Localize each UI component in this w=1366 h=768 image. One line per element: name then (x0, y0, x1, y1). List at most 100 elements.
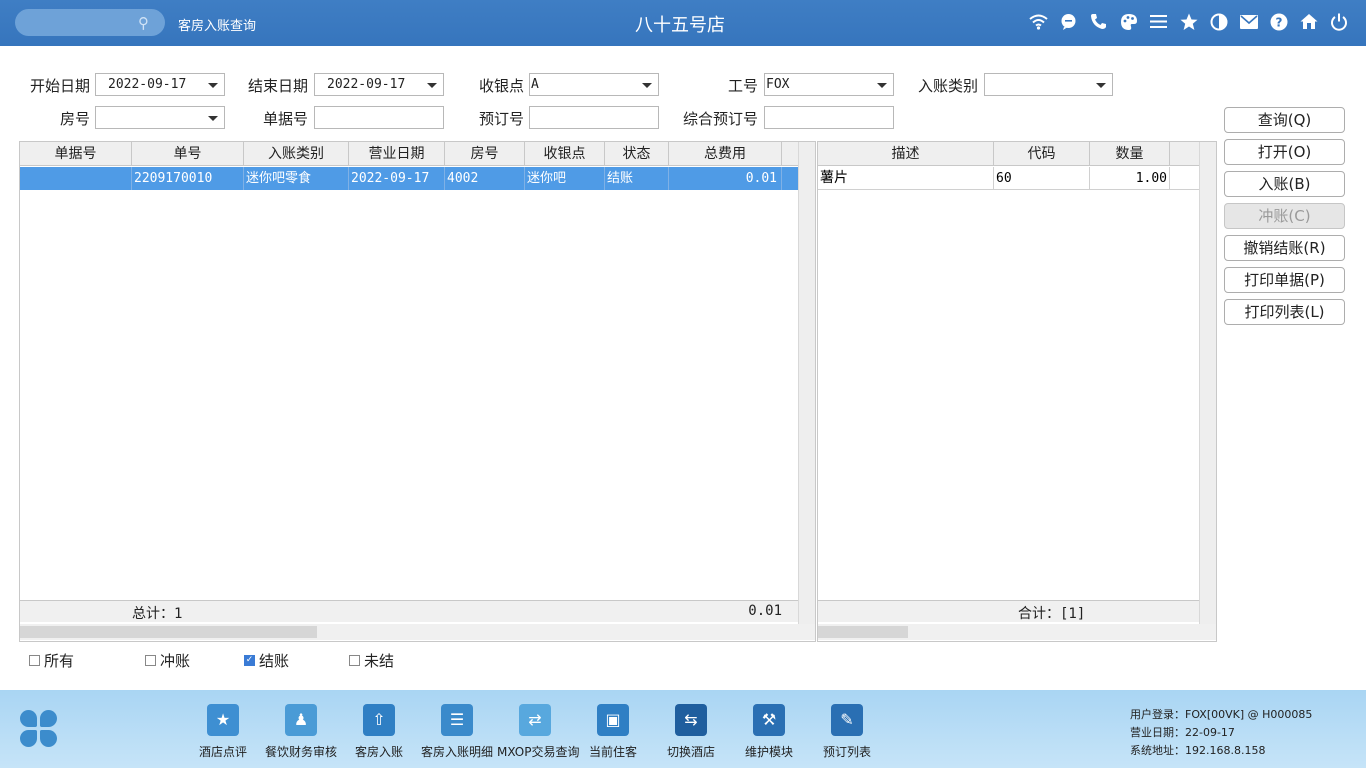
nav-mxop-query[interactable]: ⇄ MXOP交易查询 (497, 704, 580, 760)
nav-label: MXOP交易查询 (497, 745, 580, 759)
nav-label: 维护模块 (744, 745, 793, 759)
business-date-value: 22-09-17 (1185, 726, 1235, 739)
checkbox-all[interactable]: 所有 (29, 650, 74, 671)
header-spacer (1170, 142, 1199, 166)
group-booking-label: 综合预订号 (682, 110, 758, 128)
vertical-scrollbar[interactable] (798, 142, 815, 624)
checkbox-settled[interactable]: ✓ 结账 (244, 650, 289, 671)
nav-label: 客房入账明细 (420, 745, 493, 759)
nav-room-posting-detail[interactable]: ☰ 客房入账明细 (420, 704, 494, 760)
chevron-down-icon[interactable] (208, 116, 218, 121)
chevron-down-icon[interactable] (1096, 83, 1106, 88)
checkbox-box[interactable] (29, 655, 40, 666)
posting-table[interactable]: 单据号 单号 入账类别 营业日期 房号 收银点 状态 总费用 220917001… (19, 141, 816, 642)
cell-cashier: 迷你吧 (525, 167, 605, 190)
power-icon[interactable] (1329, 12, 1348, 31)
detail-total: 合计：[1] (1018, 606, 1086, 622)
column-header[interactable]: 入账类别 (244, 142, 349, 166)
horizontal-scrollbar[interactable] (20, 624, 815, 640)
wifi-icon[interactable] (1029, 12, 1048, 31)
nav-switch-hotel[interactable]: ⇆ 切换酒店 (664, 704, 718, 760)
nav-booking-list[interactable]: ✎ 预订列表 (820, 704, 874, 760)
star-badge-icon: ★ (207, 704, 239, 736)
horizontal-scrollbar[interactable] (818, 624, 1216, 640)
total-count: 总计：1 (132, 606, 183, 622)
scrollbar-thumb[interactable] (20, 626, 317, 638)
print-voucher-button[interactable]: 打印单据(P) (1224, 267, 1345, 293)
scrollbar-thumb[interactable] (818, 626, 908, 638)
chevron-down-icon[interactable] (877, 83, 887, 88)
table-row[interactable]: 薯片 60 1.00 (818, 167, 1199, 190)
cell-voucher (20, 167, 132, 190)
query-button[interactable]: 查询(Q) (1224, 107, 1345, 133)
menu-icon[interactable] (1149, 12, 1168, 31)
user-stamp-icon: ♟ (285, 704, 317, 736)
start-date-picker[interactable]: 2022-09-17 (95, 73, 225, 96)
search-icon[interactable]: ⚲ (138, 14, 149, 32)
voucher-input[interactable] (314, 106, 444, 129)
posting-table-header: 单据号 单号 入账类别 营业日期 房号 收银点 状态 总费用 (20, 142, 798, 166)
chevron-down-icon[interactable] (208, 83, 218, 88)
column-header[interactable]: 营业日期 (349, 142, 445, 166)
column-header[interactable]: 数量 (1090, 142, 1170, 166)
search-input[interactable]: ⚲ (15, 9, 165, 36)
detail-table-header: 描述 代码 数量 (818, 142, 1199, 166)
header-icon-bar: ? (1029, 12, 1348, 31)
checkmark-icon[interactable]: ✓ (244, 655, 255, 666)
detail-table[interactable]: 描述 代码 数量 薯片 60 1.00 合计：[1] (817, 141, 1217, 642)
booking-label: 预订号 (478, 110, 524, 128)
column-header[interactable]: 总费用 (669, 142, 782, 166)
column-header[interactable]: 描述 (818, 142, 994, 166)
phone-icon[interactable] (1089, 12, 1108, 31)
checkbox-box[interactable] (349, 655, 360, 666)
checkbox-box[interactable] (145, 655, 156, 666)
home-icon[interactable] (1299, 12, 1318, 31)
chevron-down-icon[interactable] (642, 83, 652, 88)
column-header[interactable]: 收银点 (525, 142, 605, 166)
nav-hotel-review[interactable]: ★ 酒店点评 (196, 704, 250, 760)
group-booking-input[interactable] (764, 106, 894, 129)
header-spacer (782, 142, 798, 166)
nav-label: 酒店点评 (198, 745, 247, 759)
total-amount: 0.01 (748, 603, 782, 619)
chevron-down-icon[interactable] (427, 83, 437, 88)
open-button[interactable]: 打开(O) (1224, 139, 1345, 165)
mail-icon[interactable] (1239, 12, 1258, 31)
booking-input[interactable] (529, 106, 659, 129)
user-info: 用户登录：FOX[00VK] @ H000085 (1130, 706, 1312, 722)
chat-icon[interactable] (1059, 12, 1078, 31)
receipt-icon: ☰ (441, 704, 473, 736)
checkbox-reversed[interactable]: 冲账 (145, 650, 190, 671)
nav-current-guests[interactable]: ▣ 当前住客 (586, 704, 640, 760)
switch-icon: ⇆ (675, 704, 707, 736)
column-header[interactable]: 状态 (605, 142, 669, 166)
column-header[interactable]: 房号 (445, 142, 525, 166)
column-header[interactable]: 代码 (994, 142, 1090, 166)
contrast-icon[interactable] (1209, 12, 1228, 31)
cashier-label: 收银点 (478, 77, 524, 95)
palette-icon[interactable] (1119, 12, 1138, 31)
nav-room-posting[interactable]: ⇧ 客房入账 (352, 704, 406, 760)
staff-select[interactable]: FOX (764, 73, 894, 96)
table-row[interactable]: 2209170010 迷你吧零食 2022-09-17 4002 迷你吧 结账 … (20, 167, 798, 190)
star-icon[interactable] (1179, 12, 1198, 31)
help-icon[interactable]: ? (1269, 12, 1288, 31)
cashier-select[interactable]: A (529, 73, 659, 96)
reverse-button[interactable]: 冲账(C) (1224, 203, 1345, 229)
end-date-picker[interactable]: 2022-09-17 (314, 73, 444, 96)
checkbox-unsettled[interactable]: 未结 (349, 650, 394, 671)
app-logo-icon (20, 710, 58, 748)
entry-type-select[interactable] (984, 73, 1113, 96)
id-card-icon: ▣ (597, 704, 629, 736)
system-address-label: 系统地址： (1130, 744, 1185, 757)
print-list-button[interactable]: 打印列表(L) (1224, 299, 1345, 325)
column-header[interactable]: 单据号 (20, 142, 132, 166)
exchange-coin-icon: ⇄ (519, 704, 551, 736)
column-header[interactable]: 单号 (132, 142, 244, 166)
room-select[interactable] (95, 106, 225, 129)
nav-maintenance[interactable]: ⚒ 维护模块 (742, 704, 796, 760)
cancel-checkout-button[interactable]: 撤销结账(R) (1224, 235, 1345, 261)
nav-fb-audit[interactable]: ♟ 餐饮财务审核 (264, 704, 338, 760)
post-button[interactable]: 入账(B) (1224, 171, 1345, 197)
vertical-scrollbar[interactable] (1199, 142, 1216, 624)
